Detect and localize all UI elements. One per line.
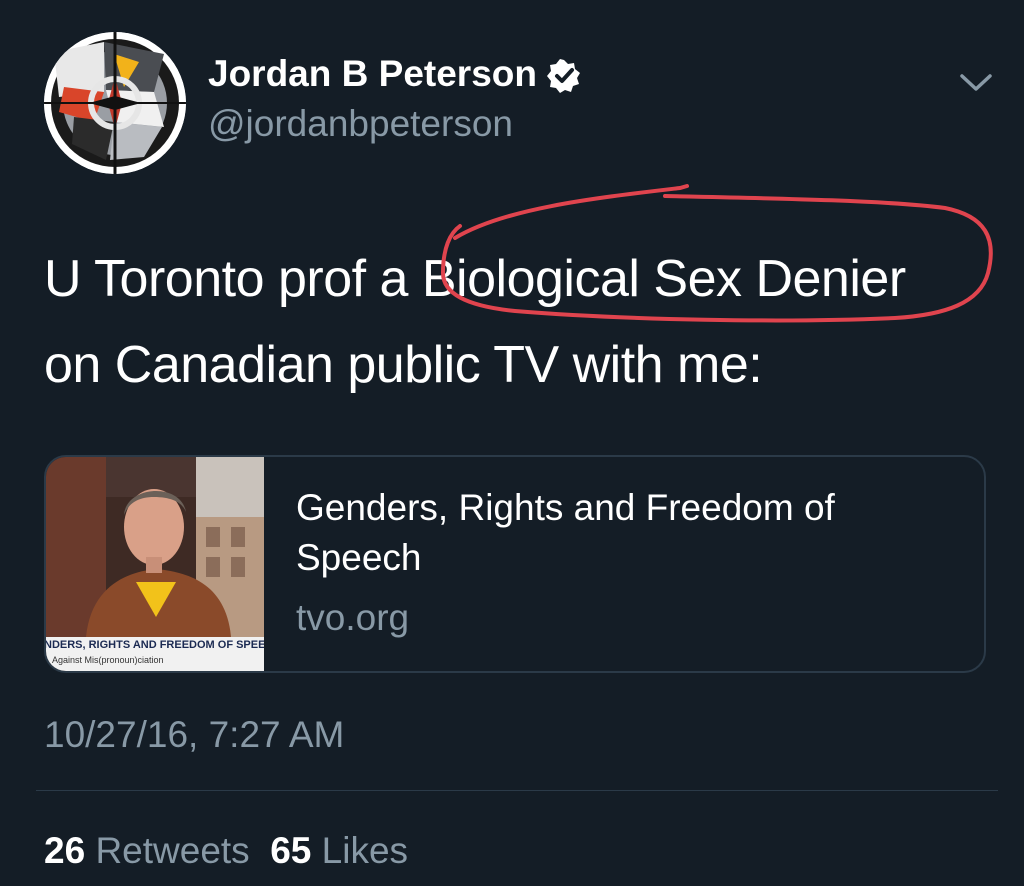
tweet-text-line2: on Canadian public TV with me: [44, 336, 763, 394]
lower-third-subtitle: Against Mis(pronoun)ciation [52, 655, 164, 665]
likes-label[interactable]: Likes [322, 830, 408, 871]
tweet-text-prefix: U Toronto prof a [44, 250, 408, 308]
tweet-stats: 26 Retweets 65 Likes [44, 828, 408, 874]
card-domain: tvo.org [296, 597, 410, 638]
divider [36, 790, 998, 791]
retweets-label[interactable]: Retweets [95, 830, 249, 871]
tweet-text-highlight: Biological Sex Denier [421, 250, 906, 308]
likes-count[interactable]: 65 [270, 830, 311, 871]
thumbnail-lower-third: NDERS, RIGHTS AND FREEDOM OF SPEE Agains… [46, 637, 264, 671]
card-thumbnail-image: NDERS, RIGHTS AND FREEDOM OF SPEE Agains… [46, 457, 264, 671]
verified-badge-icon [546, 57, 581, 93]
display-name-text[interactable]: Jordan B Peterson [208, 50, 537, 98]
tweet-text-line1: U Toronto prof a Biological Sex Denier [44, 236, 1004, 322]
display-name[interactable]: Jordan B Peterson [208, 50, 581, 98]
avatar[interactable] [44, 32, 186, 174]
user-handle[interactable]: @jordanbpeterson [208, 101, 513, 147]
lower-third-title: NDERS, RIGHTS AND FREEDOM OF SPEE [46, 639, 264, 651]
tweet-timestamp[interactable]: 10/27/16, 7:27 AM [44, 712, 344, 758]
card-title[interactable]: Genders, Rights and Freedom of Speech [296, 483, 946, 583]
chevron-down-icon[interactable] [952, 64, 1000, 100]
link-preview-card[interactable]: NDERS, RIGHTS AND FREEDOM OF SPEE Agains… [44, 455, 986, 673]
tweet-text: U Toronto prof a Biological Sex Denier o… [44, 236, 1004, 408]
retweets-count[interactable]: 26 [44, 830, 85, 871]
